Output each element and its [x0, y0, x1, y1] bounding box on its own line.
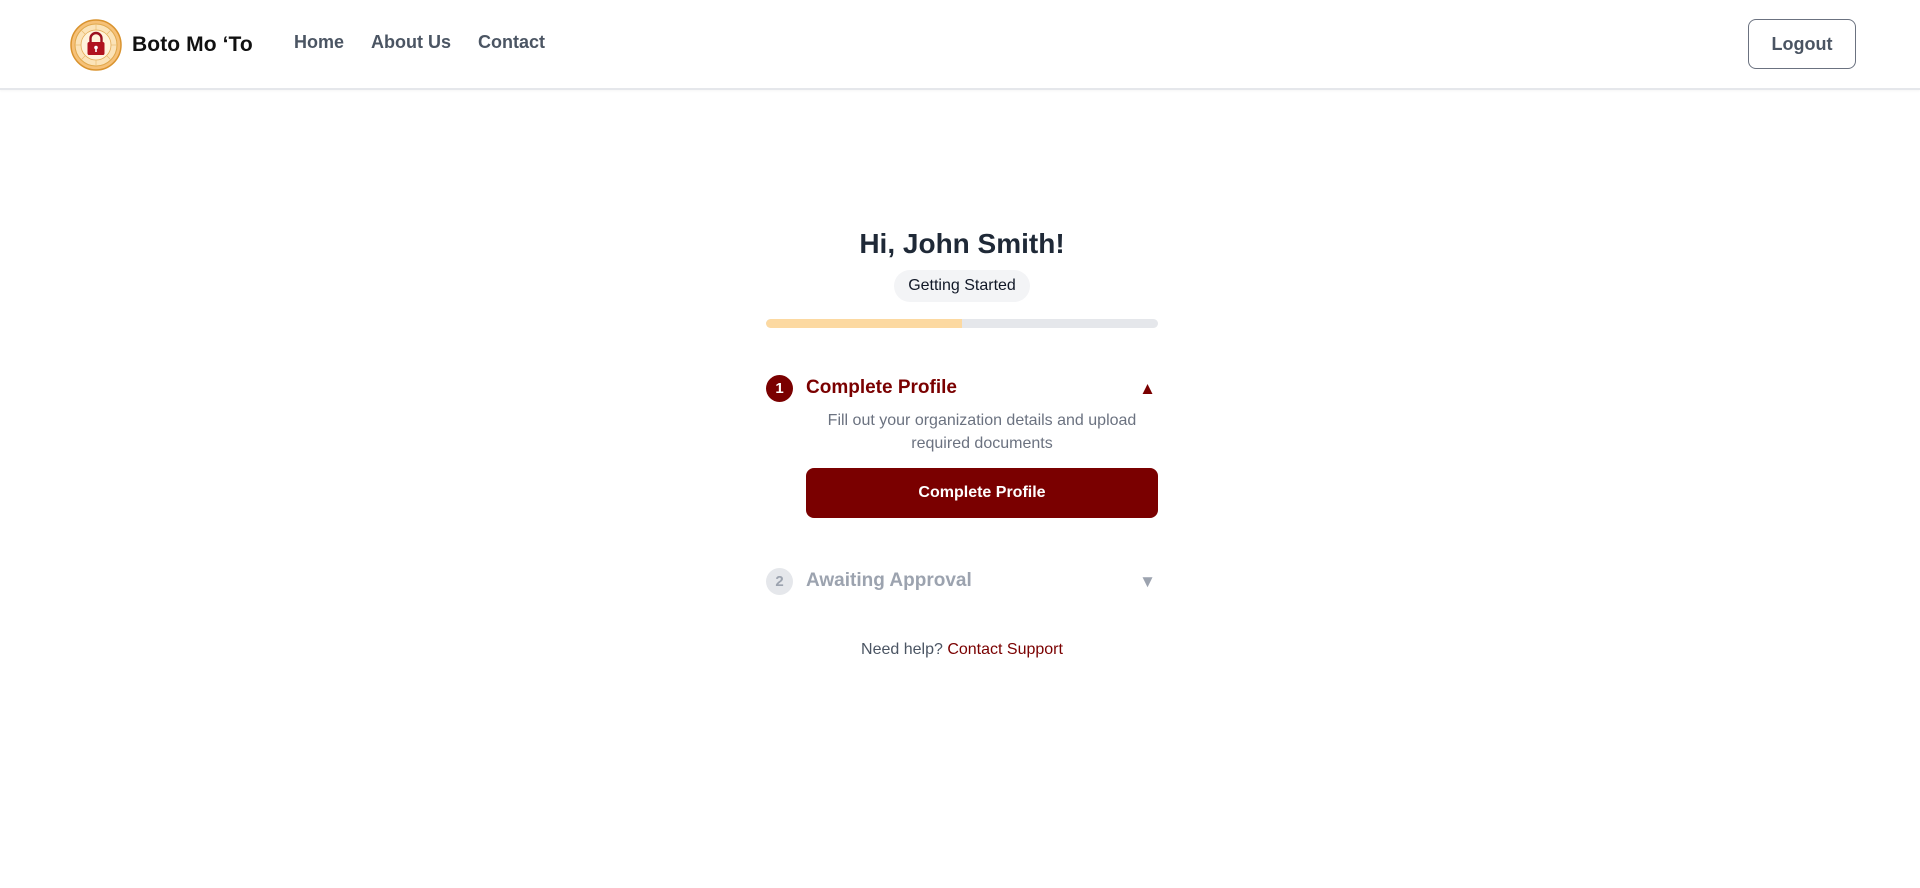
- step-number-badge: 1: [766, 374, 793, 402]
- step-description: Fill out your organization details and u…: [827, 412, 1137, 452]
- step-title: Complete Profile: [806, 377, 957, 398]
- greeting-heading: Hi, John Smith!: [859, 228, 1065, 259]
- complete-profile-button[interactable]: Complete Profile: [806, 468, 1158, 518]
- status-badge-wrap: Getting Started: [766, 270, 1158, 302]
- padlock-seal-icon: [70, 19, 122, 71]
- step-complete-profile[interactable]: 1 Complete Profile ▲: [766, 374, 1158, 402]
- top-header: Boto Mo ‘To Home About Us Contact Logout: [0, 0, 1920, 90]
- nav-about-us-link[interactable]: About Us: [371, 32, 451, 53]
- logout-button[interactable]: Logout: [1748, 19, 1856, 69]
- step-number-badge: 2: [766, 567, 793, 595]
- chevron-up-icon[interactable]: ▲: [1139, 380, 1156, 397]
- nav-contact-link[interactable]: Contact: [478, 32, 545, 53]
- main-nav: Home About Us Contact: [294, 32, 545, 53]
- step-title: Awaiting Approval: [806, 570, 972, 591]
- progress-bar: [766, 319, 1158, 328]
- brand-name: Boto Mo ‘To: [132, 33, 253, 56]
- help-prefix: Need help?: [861, 641, 943, 658]
- status-badge: Getting Started: [894, 270, 1030, 302]
- contact-support-link[interactable]: Contact Support: [947, 641, 1063, 658]
- step-awaiting-approval[interactable]: 2 Awaiting Approval ▼: [766, 567, 1158, 595]
- help-text: Need help? Contact Support: [766, 641, 1158, 659]
- brand[interactable]: Boto Mo ‘To: [70, 18, 253, 72]
- chevron-down-icon[interactable]: ▼: [1139, 573, 1156, 590]
- progress-bar-fill: [766, 319, 962, 328]
- nav-home-link[interactable]: Home: [294, 32, 344, 53]
